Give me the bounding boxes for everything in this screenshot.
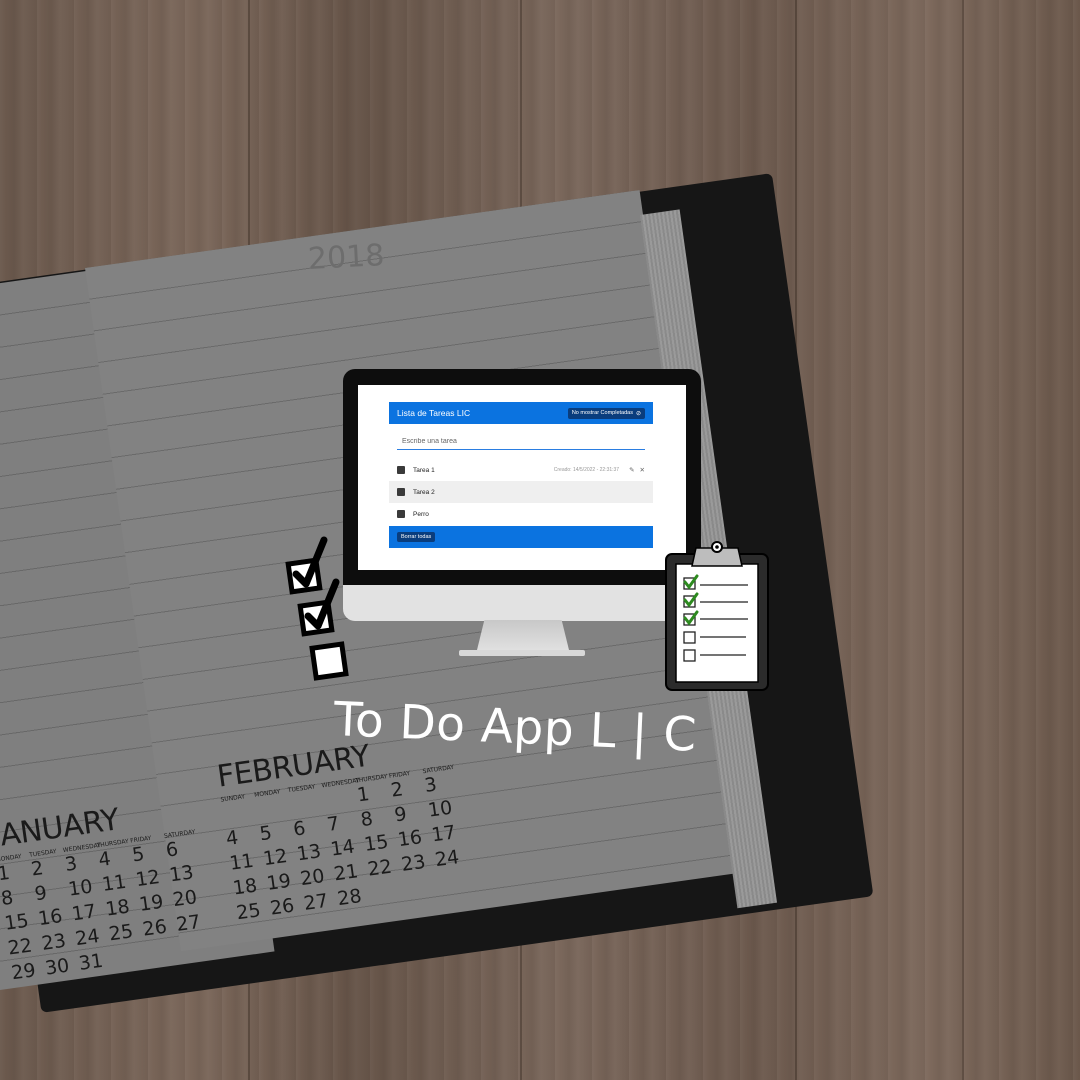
calendar-january: JANUARY MONDAY TUESDAY WEDNESDAY THURSDAY FR…	[0, 792, 215, 985]
calendar-date: 16	[36, 904, 64, 931]
hide-completed-button[interactable]: No mostrar Completadas ⊘	[567, 407, 645, 419]
calendar-date: 8	[359, 807, 375, 832]
calendar-date: 1	[0, 861, 12, 886]
eye-slash-icon: ⊘	[635, 410, 641, 417]
app-title: Lista de Tareas LIC	[397, 408, 471, 418]
calendar-date: 25	[235, 899, 263, 925]
calendar-date: 21	[332, 860, 360, 886]
calendar-date: 18	[104, 895, 132, 921]
calendar-date: 6	[291, 817, 307, 841]
calendar-date	[178, 934, 215, 961]
calendar-date: 24	[433, 846, 461, 872]
app-header: Lista de Tareas LIC No mostrar Completad…	[389, 402, 653, 424]
calendar-date: 2	[389, 778, 405, 802]
calendar-date: 15	[362, 830, 390, 856]
calendar-date: 31	[77, 949, 105, 975]
monitor-base	[459, 650, 585, 656]
calendar-date: 2	[29, 857, 45, 881]
monitor-chin	[343, 585, 701, 621]
calendar-date: 23	[40, 929, 68, 955]
calendar-date: 5	[130, 842, 146, 867]
calendar-date	[437, 869, 474, 896]
calendar-date: 3	[423, 773, 439, 797]
calendar-date: 18	[231, 874, 259, 900]
task-created-date: Creado: 14/5/2022 - 22:31:37	[553, 467, 620, 473]
task-label: Tarea 1	[413, 466, 435, 474]
calendar-date: 27	[302, 889, 330, 915]
task-checkbox[interactable]	[397, 510, 405, 518]
task-input[interactable]	[397, 434, 645, 450]
calendar-date: 1	[355, 782, 371, 807]
calendar-date: 7	[325, 812, 341, 836]
calendar-date: 3	[63, 852, 79, 876]
app-footer: Borrar todas	[389, 526, 653, 548]
clear-all-button[interactable]: Borrar todas	[397, 532, 436, 542]
task-checkbox[interactable]	[397, 466, 405, 474]
calendar-date: 30	[43, 954, 71, 980]
checklist-icon	[285, 536, 349, 681]
clipboard-checklist-icon	[665, 541, 769, 691]
calendar-date	[145, 939, 182, 966]
todo-app: Lista de Tareas LIC No mostrar Completad…	[389, 402, 653, 548]
calendar-date: 11	[100, 870, 128, 896]
calendar-date: 13	[167, 861, 195, 887]
calendar-date: 19	[137, 890, 165, 916]
notebook-year: 2018	[307, 238, 386, 277]
monitor-stand	[477, 620, 569, 650]
calendar-date	[370, 879, 407, 906]
calendar-date: 14	[329, 835, 357, 861]
calendar-date	[403, 874, 440, 901]
calendar-date: 4	[224, 826, 240, 851]
calendar-date: 22	[6, 934, 34, 960]
task-item[interactable]: Tarea 2	[389, 481, 653, 503]
calendar-date: 26	[268, 894, 296, 920]
calendar-date: 5	[258, 821, 274, 846]
task-label: Perro	[413, 510, 429, 518]
calendar-date: 20	[171, 886, 199, 912]
task-item[interactable]: Perro	[389, 503, 653, 525]
monitor-screen: Lista de Tareas LIC No mostrar Completad…	[358, 385, 686, 570]
calendar-date: 23	[399, 850, 427, 876]
task-input-wrap	[389, 424, 653, 454]
task-item[interactable]: Tarea 1 Creado: 14/5/2022 - 22:31:37 ✎ ✕	[389, 459, 653, 481]
calendar-date: 24	[73, 925, 101, 951]
calendar-date: 28	[336, 885, 364, 911]
calendar-date	[322, 785, 359, 812]
calendar-date: 9	[33, 881, 49, 906]
calendar-date: 17	[430, 821, 458, 847]
calendar-date: 27	[174, 910, 202, 936]
calendar-date: 8	[0, 886, 15, 911]
calendar-date: 10	[426, 796, 454, 822]
calendar-date: 11	[228, 849, 256, 875]
task-label: Tarea 2	[413, 488, 435, 496]
calendar-date: 22	[366, 855, 394, 881]
calendar-date: 16	[396, 826, 424, 852]
calendar-date: 13	[295, 840, 323, 866]
calendar-date: 10	[66, 875, 94, 901]
calendar-date: 17	[70, 900, 98, 926]
task-checkbox[interactable]	[397, 488, 405, 496]
hide-completed-label: No mostrar Completadas	[571, 410, 633, 416]
edit-icon[interactable]: ✎	[629, 466, 634, 474]
calendar-date: 25	[107, 920, 135, 946]
calendar-date: 26	[141, 915, 169, 941]
close-icon[interactable]: ✕	[640, 466, 645, 474]
calendar-date	[111, 944, 148, 971]
calendar-date: 4	[97, 847, 113, 872]
calendar-date: 29	[10, 959, 38, 985]
calendar-date: 15	[3, 909, 31, 935]
calendar-date	[255, 794, 292, 821]
calendar-date	[221, 799, 258, 826]
calendar-date: 9	[392, 802, 408, 827]
calendar-date: 6	[164, 838, 180, 862]
calendar-date: 12	[134, 866, 162, 892]
calendar-february: FEBRUARY SUNDAY MONDAY TUESDAY WEDNESDAY THU…	[215, 727, 474, 925]
calendar-date: 20	[298, 865, 326, 891]
calendar-date: 19	[265, 869, 293, 895]
calendar-date	[288, 789, 325, 816]
calendar-date: 12	[261, 844, 289, 871]
